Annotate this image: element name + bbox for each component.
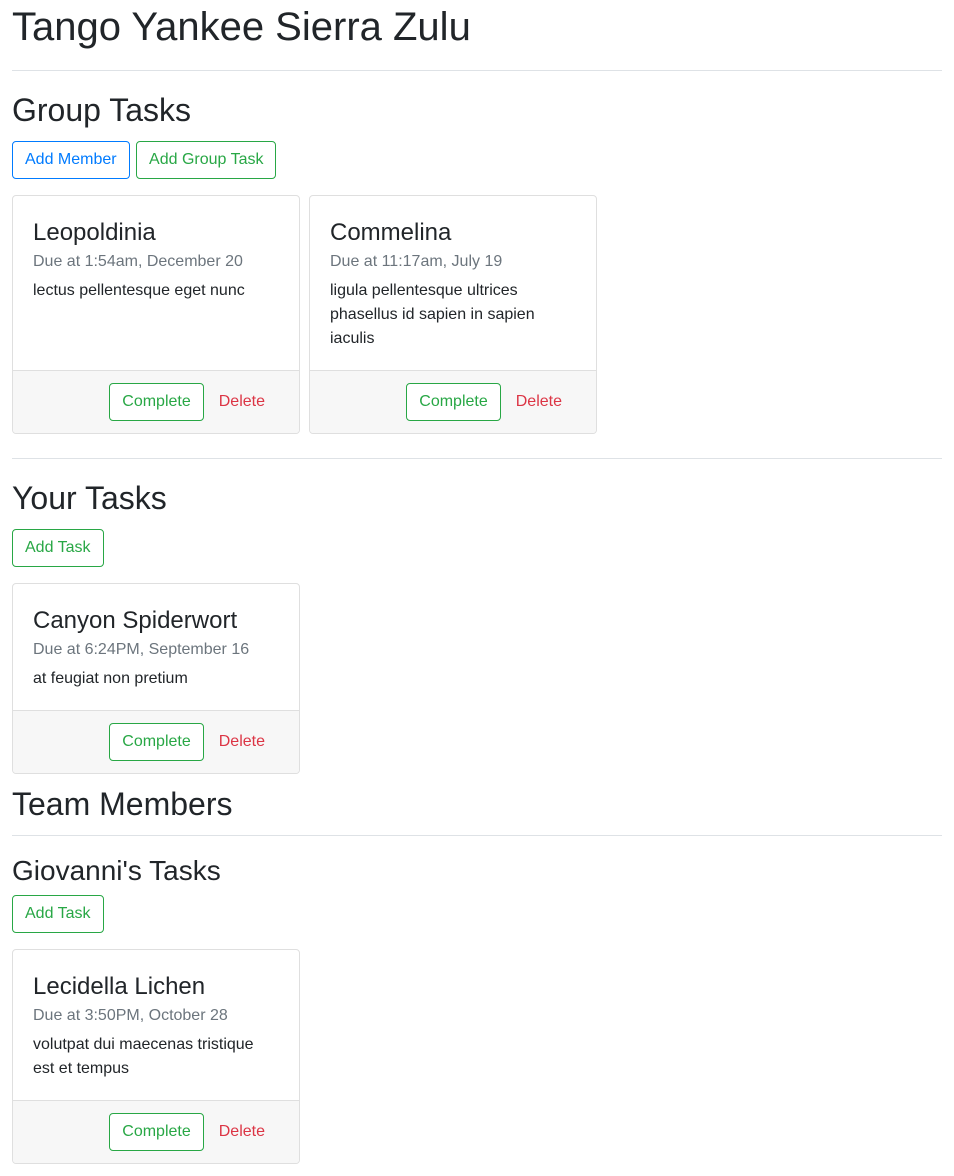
member-tasks-actions: Add Task (12, 895, 942, 933)
member-tasks-heading: Giovanni's Tasks (12, 855, 221, 886)
task-card-footer: Complete Delete (13, 370, 299, 433)
delete-button[interactable]: Delete (210, 383, 274, 421)
your-tasks-section: Your Tasks Add Task Canyon Spiderwort Du… (12, 478, 942, 774)
divider (12, 70, 942, 71)
task-card-body: Canyon Spiderwort Due at 6:24PM, Septemb… (13, 584, 299, 710)
task-description: lectus pellentesque eget nunc (33, 282, 245, 299)
add-task-button[interactable]: Add Task (12, 895, 104, 933)
complete-button[interactable]: Complete (406, 383, 501, 421)
your-task-cards: Canyon Spiderwort Due at 6:24PM, Septemb… (12, 583, 942, 774)
add-member-button[interactable]: Add Member (12, 141, 130, 179)
task-title: Leopoldinia (33, 219, 156, 246)
member-tasks: Giovanni's Tasks Add Task Lecidella Lich… (12, 854, 942, 1164)
your-tasks-actions: Add Task (12, 529, 942, 567)
task-card-footer: Complete Delete (310, 370, 596, 433)
task-description: ligula pellentesque ultrices phasellus i… (330, 282, 535, 347)
task-description: volutpat dui maecenas tristique est et t… (33, 1036, 254, 1077)
delete-button[interactable]: Delete (507, 383, 571, 421)
task-card-body: Commelina Due at 11:17am, July 19 ligula… (310, 196, 596, 370)
divider (12, 835, 942, 836)
team-members-section: Team Members Giovanni's Tasks Add Task L… (12, 784, 942, 1164)
group-tasks-actions: Add Member Add Group Task (12, 141, 942, 179)
task-card: Lecidella Lichen Due at 3:50PM, October … (12, 949, 300, 1164)
divider (12, 458, 942, 459)
task-title: Lecidella Lichen (33, 973, 206, 1000)
task-card: Leopoldinia Due at 1:54am, December 20 l… (12, 195, 300, 434)
your-tasks-heading: Your Tasks (12, 480, 167, 516)
page: Tango Yankee Sierra Zulu Group Tasks Add… (0, 0, 954, 1164)
task-card: Commelina Due at 11:17am, July 19 ligula… (309, 195, 597, 434)
task-title: Commelina (330, 219, 452, 246)
task-due-date: Due at 11:17am, July 19 (330, 253, 503, 270)
task-description: at feugiat non pretium (33, 670, 188, 687)
task-card: Canyon Spiderwort Due at 6:24PM, Septemb… (12, 583, 300, 774)
add-task-button[interactable]: Add Task (12, 529, 104, 567)
add-group-task-button[interactable]: Add Group Task (136, 141, 277, 179)
task-card-body: Lecidella Lichen Due at 3:50PM, October … (13, 950, 299, 1100)
complete-button[interactable]: Complete (109, 723, 204, 761)
complete-button[interactable]: Complete (109, 1113, 204, 1151)
group-task-cards: Leopoldinia Due at 1:54am, December 20 l… (12, 195, 942, 434)
task-due-date: Due at 3:50PM, October 28 (33, 1007, 228, 1024)
task-due-date: Due at 1:54am, December 20 (33, 253, 243, 270)
task-card-footer: Complete Delete (13, 710, 299, 773)
task-title: Canyon Spiderwort (33, 607, 238, 634)
group-tasks-heading: Group Tasks (12, 92, 192, 128)
member-task-cards: Lecidella Lichen Due at 3:50PM, October … (12, 949, 942, 1164)
task-due-date: Due at 6:24PM, September 16 (33, 641, 250, 658)
group-tasks-section: Group Tasks Add Member Add Group Task Le… (12, 90, 942, 434)
complete-button[interactable]: Complete (109, 383, 204, 421)
delete-button[interactable]: Delete (210, 723, 274, 761)
task-card-footer: Complete Delete (13, 1100, 299, 1163)
page-title: Tango Yankee Sierra Zulu (12, 5, 471, 49)
delete-button[interactable]: Delete (210, 1113, 274, 1151)
team-members-heading: Team Members (12, 786, 233, 822)
task-card-body: Leopoldinia Due at 1:54am, December 20 l… (13, 196, 299, 370)
